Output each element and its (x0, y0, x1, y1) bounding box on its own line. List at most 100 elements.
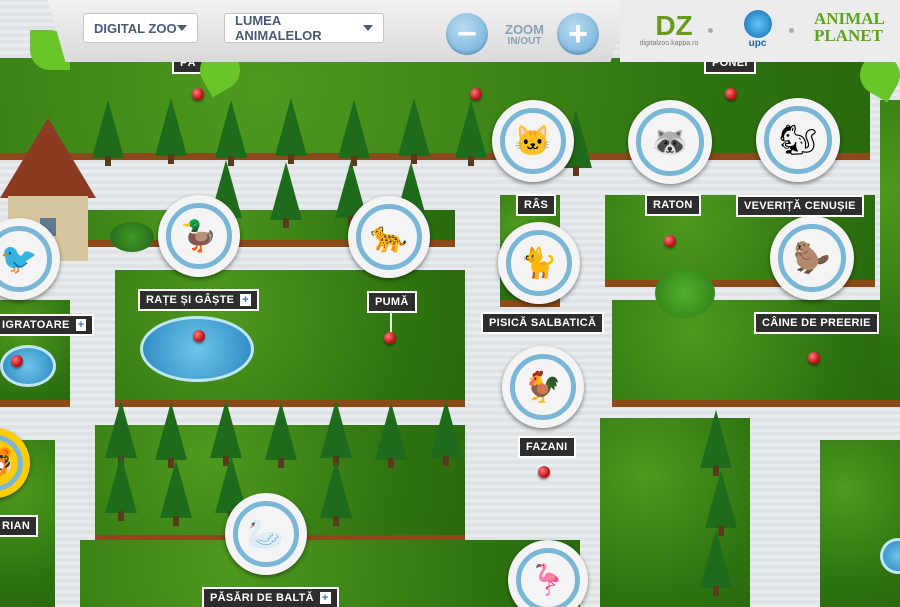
animal-planet-logo[interactable]: ANIMAL PLANET (814, 10, 894, 44)
pine-tree (155, 402, 187, 468)
pine-tree (105, 455, 137, 521)
expand-plus-icon[interactable]: + (75, 319, 87, 331)
expand-plus-icon[interactable]: + (240, 294, 251, 306)
location-pin[interactable] (384, 332, 396, 344)
oak-tree (655, 268, 715, 318)
chevron-down-icon (177, 25, 187, 31)
pine-tree (430, 400, 462, 466)
label-text: CÂINE DE PREERIE (762, 317, 871, 329)
pine-tree (275, 98, 307, 164)
location-pin[interactable] (192, 88, 204, 100)
label-pisica[interactable]: PISICĂ SALBATICĂ (481, 312, 605, 334)
label-rian[interactable]: RIAN (0, 515, 39, 537)
location-pin[interactable] (538, 466, 550, 478)
dropdown-label: DIGITAL ZOO (94, 20, 177, 36)
expand-plus-icon[interactable]: + (319, 592, 331, 604)
bush (110, 222, 154, 252)
bird-icon: 🐦 (0, 226, 52, 292)
pine-tree (338, 100, 370, 166)
location-pin[interactable] (725, 88, 737, 100)
dz-logo[interactable]: DZ digitalzoo.kappa.ro (640, 10, 700, 48)
label-puma[interactable]: PUMĂ (367, 291, 417, 313)
label-caine[interactable]: CÂINE DE PREERIE (754, 312, 879, 334)
lawn (880, 100, 900, 407)
tiger-icon: 🐯 (0, 435, 23, 491)
swan-icon: 🦢 (233, 501, 299, 567)
label-veverita[interactable]: VEVERIȚĂ CENUȘIE (736, 195, 864, 217)
pine-tree (105, 400, 137, 466)
location-pin[interactable] (470, 88, 482, 100)
separator-dot (708, 28, 713, 33)
lumea-animalelor-dropdown[interactable]: LUMEA ANIMALELOR (224, 13, 384, 43)
pine-tree (160, 460, 192, 526)
animal-medallion-puma[interactable]: 🐆 (348, 196, 430, 278)
pond (0, 345, 56, 387)
wildcat-icon: 🐈 (506, 230, 572, 296)
pine-tree (155, 98, 187, 164)
pine-tree (270, 162, 302, 228)
label-text: RIAN (2, 520, 31, 532)
pine-tree (700, 410, 732, 476)
animal-medallion-pisica[interactable]: 🐈 (498, 222, 580, 304)
zoom-text: ZOOM (505, 22, 544, 37)
squirrel-icon: 🐿 (764, 106, 832, 174)
location-pin[interactable] (11, 355, 23, 367)
label-text: PĂSĂRI DE BALTĂ (210, 592, 314, 604)
duck-icon: 🦆 (166, 203, 232, 269)
animal-planet-text: ANIMAL PLANET (814, 9, 884, 45)
location-pin[interactable] (193, 330, 205, 342)
pond (140, 316, 254, 382)
animal-medallion-veverita[interactable]: 🐿 (756, 98, 840, 182)
label-text: PISICĂ SALBATICĂ (489, 317, 597, 329)
label-fazani[interactable]: FAZANI (518, 436, 576, 458)
pine-tree (375, 402, 407, 468)
flamingo-icon: 🦩 (516, 548, 580, 607)
upc-swirl-icon (743, 10, 772, 38)
label-text: RAȚE ȘI GÂȘTE (146, 294, 235, 306)
pine-tree (455, 100, 487, 166)
zoom-in-button[interactable]: + (557, 13, 599, 55)
label-text: IGRATOARE (2, 319, 70, 331)
location-pin[interactable] (808, 352, 820, 364)
puma-icon: 🐆 (356, 204, 422, 270)
dz-logo-text: DZ (655, 10, 693, 41)
upc-logo-text: upc (748, 38, 767, 49)
label-migratoare[interactable]: IGRATOARE + (0, 314, 95, 336)
zoom-label: ZOOM IN/OUT (505, 22, 544, 48)
upc-logo[interactable]: upc (735, 10, 780, 49)
pine-tree (215, 100, 247, 166)
zoom-out-button[interactable]: − (446, 13, 488, 55)
raccoon-icon: 🦝 (636, 108, 704, 176)
digital-zoo-dropdown[interactable]: DIGITAL ZOO (83, 13, 198, 43)
animal-medallion-rate[interactable]: 🦆 (158, 195, 240, 277)
dropdown-label: LUMEA ANIMALELOR (235, 13, 322, 43)
animal-medallion-caine[interactable]: 🦫 (770, 216, 854, 300)
zoo-map[interactable]: 🐱 🦝 🐿 🦆 🐆 🐈 🦫 🐦 🐓 🐯 🦢 🦩 PĂ PONEI RÂS RAT… (0, 0, 900, 607)
label-text: PUMĂ (375, 296, 409, 308)
prairie-dog-icon: 🦫 (778, 224, 846, 292)
pine-tree (265, 402, 297, 468)
label-rate[interactable]: RAȚE ȘI GÂȘTE + (138, 289, 259, 311)
location-pin[interactable] (664, 235, 676, 247)
animal-medallion-raton[interactable]: 🦝 (628, 100, 712, 184)
label-pasari[interactable]: PĂSĂRI DE BALTĂ + (202, 587, 339, 607)
lynx-icon: 🐱 (500, 108, 566, 174)
pine-tree (700, 530, 732, 596)
dz-logo-subtext: digitalzoo.kappa.ro (639, 40, 699, 47)
label-text: FAZANI (526, 441, 568, 453)
animal-medallion-ras[interactable]: 🐱 (492, 100, 574, 182)
pheasant-icon: 🐓 (510, 354, 576, 420)
pine-tree (92, 100, 124, 166)
label-text: RÂS (524, 199, 549, 211)
zoom-subtext: IN/OUT (507, 36, 542, 47)
label-ras[interactable]: RÂS (516, 194, 557, 216)
label-text: RATON (653, 199, 693, 211)
label-text: VEVERIȚĂ CENUȘIE (744, 200, 856, 212)
animal-medallion-pasari[interactable]: 🦢 (225, 493, 307, 575)
lawn (820, 440, 900, 607)
label-raton[interactable]: RATON (645, 194, 701, 216)
pine-tree (320, 400, 352, 466)
animal-medallion-fazani[interactable]: 🐓 (502, 346, 584, 428)
chevron-down-icon (363, 25, 373, 31)
pine-tree (705, 470, 737, 536)
